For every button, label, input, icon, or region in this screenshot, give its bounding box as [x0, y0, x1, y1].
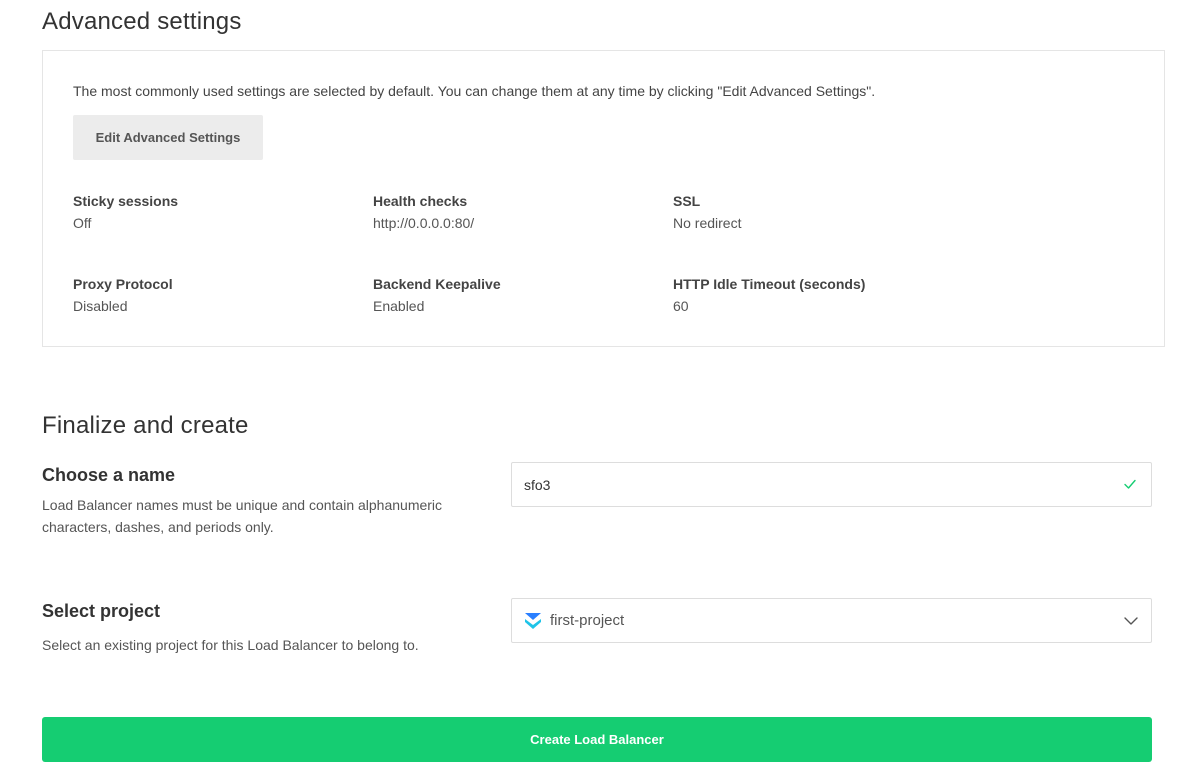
- setting-label: Proxy Protocol: [73, 276, 173, 292]
- setting-value: Enabled: [373, 298, 425, 314]
- page: Advanced settings The most commonly used…: [0, 0, 1186, 772]
- edit-advanced-settings-button[interactable]: Edit Advanced Settings: [73, 115, 263, 160]
- setting-proxy-protocol: Proxy Protocol Disabled: [73, 276, 363, 314]
- create-load-balancer-button[interactable]: Create Load Balancer: [42, 717, 1152, 762]
- setting-label: HTTP Idle Timeout (seconds): [673, 276, 866, 292]
- name-field: [511, 462, 1152, 507]
- setting-value: Off: [73, 215, 92, 231]
- choose-name-title: Choose a name: [42, 465, 176, 485]
- project-selected-label: first-project: [550, 612, 625, 629]
- advanced-settings-description: The most commonly used settings are sele…: [73, 83, 876, 99]
- advanced-settings-panel: The most commonly used settings are sele…: [42, 50, 1165, 347]
- setting-value: 60: [673, 298, 689, 314]
- project-select[interactable]: first-project: [511, 598, 1152, 643]
- finalize-title: Finalize and create: [42, 412, 249, 439]
- setting-label: Sticky sessions: [73, 193, 179, 209]
- select-project-title: Select project: [42, 601, 161, 621]
- setting-backend-keepalive: Backend Keepalive Enabled: [373, 276, 663, 314]
- check-icon: [1124, 479, 1136, 489]
- choose-name-description: Load Balancer names must be unique and c…: [42, 497, 443, 535]
- setting-health-checks: Health checks http://0.0.0.0:80/: [373, 193, 663, 231]
- advanced-settings-title: Advanced settings: [42, 8, 242, 35]
- setting-label: Backend Keepalive: [373, 276, 501, 292]
- setting-sticky-sessions: Sticky sessions Off: [73, 193, 363, 231]
- project-icon: [525, 613, 541, 629]
- select-project-description: Select an existing project for this Load…: [42, 637, 419, 653]
- chevron-down-icon: [1124, 617, 1138, 625]
- setting-label: Health checks: [373, 193, 468, 209]
- setting-value: http://0.0.0.0:80/: [373, 215, 475, 231]
- setting-value: Disabled: [73, 298, 128, 314]
- name-input[interactable]: [512, 463, 1102, 506]
- setting-label: SSL: [673, 193, 701, 209]
- setting-ssl: SSL No redirect: [673, 193, 963, 231]
- setting-http-idle-timeout: HTTP Idle Timeout (seconds) 60: [673, 276, 963, 314]
- setting-value: No redirect: [673, 215, 742, 231]
